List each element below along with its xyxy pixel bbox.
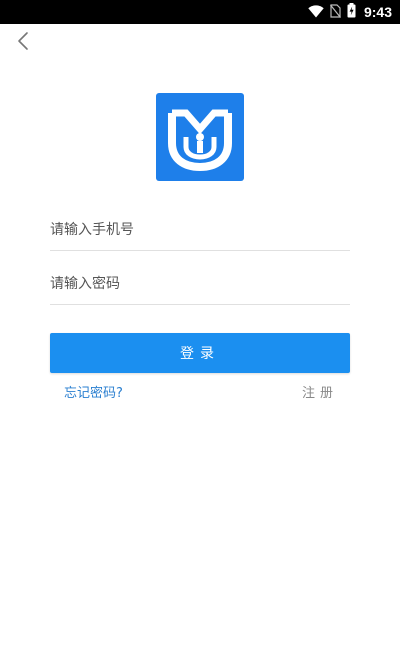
wifi-icon xyxy=(308,3,324,22)
app-logo xyxy=(156,93,244,181)
login-button[interactable]: 登录 xyxy=(50,333,350,373)
status-icons: 9:43 xyxy=(308,0,392,24)
no-sim-icon xyxy=(330,3,341,22)
back-button[interactable] xyxy=(10,30,36,56)
phone-field xyxy=(50,210,350,251)
phone-input[interactable] xyxy=(50,210,350,250)
register-link[interactable]: 注册 xyxy=(302,382,338,401)
status-bar: 9:43 xyxy=(0,0,400,24)
forgot-password-link[interactable]: 忘记密码? xyxy=(64,382,123,401)
password-input[interactable] xyxy=(50,264,350,304)
password-field xyxy=(50,264,350,305)
app-logo-icon xyxy=(168,109,232,172)
status-time: 9:43 xyxy=(363,4,392,20)
login-screen: 9:43 登录 忘记密码? 注册 xyxy=(0,0,400,650)
chevron-left-icon xyxy=(16,31,30,55)
battery-charging-icon xyxy=(347,2,356,22)
